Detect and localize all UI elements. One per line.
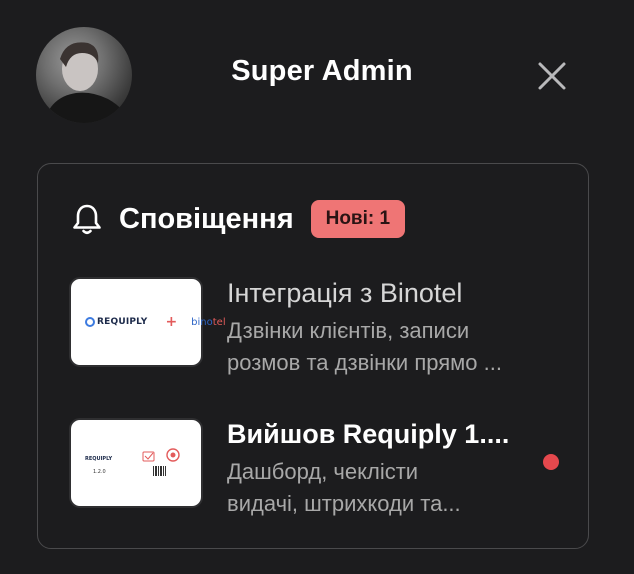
notification-description: Дзвінки клієнтів, записи розмов та дзвін… [227, 318, 502, 375]
notifications-title: Сповіщення [119, 202, 294, 235]
notifications-panel: Сповіщення Нові: 1 REQUIPLY + binotel Ін… [37, 163, 589, 549]
requiply-brand: REQUIPLY [97, 317, 148, 327]
notification-item[interactable]: REQUIPLY + binotel Інтеграція з Binotel … [69, 277, 579, 375]
requiply-logo-icon [85, 317, 95, 327]
notification-description: Дашборд, чеклісти видачі, штрихкоди та..… [227, 459, 461, 516]
notification-item[interactable]: REQUIPLY 1.2.0 Вийшов Requiply 1.... Даш… [69, 418, 579, 516]
notification-thumbnail: REQUIPLY 1.2.0 [69, 418, 203, 508]
user-name: Super Admin [231, 55, 413, 87]
unread-dot [543, 454, 559, 470]
avatar-photo [44, 42, 128, 123]
bell-icon [73, 204, 101, 235]
plus-sign: + [165, 314, 178, 330]
notification-thumbnail: REQUIPLY + binotel [69, 277, 226, 367]
new-count-badge: Нові: 1 [310, 200, 406, 238]
close-icon[interactable] [533, 57, 571, 95]
requiply-brand: REQUIPLY [85, 456, 113, 462]
close-button[interactable] [533, 57, 571, 95]
binotel-brand: binotel [191, 316, 226, 328]
avatar[interactable] [36, 27, 132, 123]
release-version: 1.2.0 [93, 469, 106, 475]
notifications-header: Сповіщення Нові: 1 [71, 200, 406, 238]
notification-title: Вийшов Requiply 1.... [227, 419, 510, 449]
notification-title: Інтеграція з Binotel [227, 278, 463, 308]
header: Super Admin [0, 0, 634, 150]
binotel-integration-logo: REQUIPLY + binotel [85, 314, 226, 330]
release-features-icon [142, 448, 180, 476]
